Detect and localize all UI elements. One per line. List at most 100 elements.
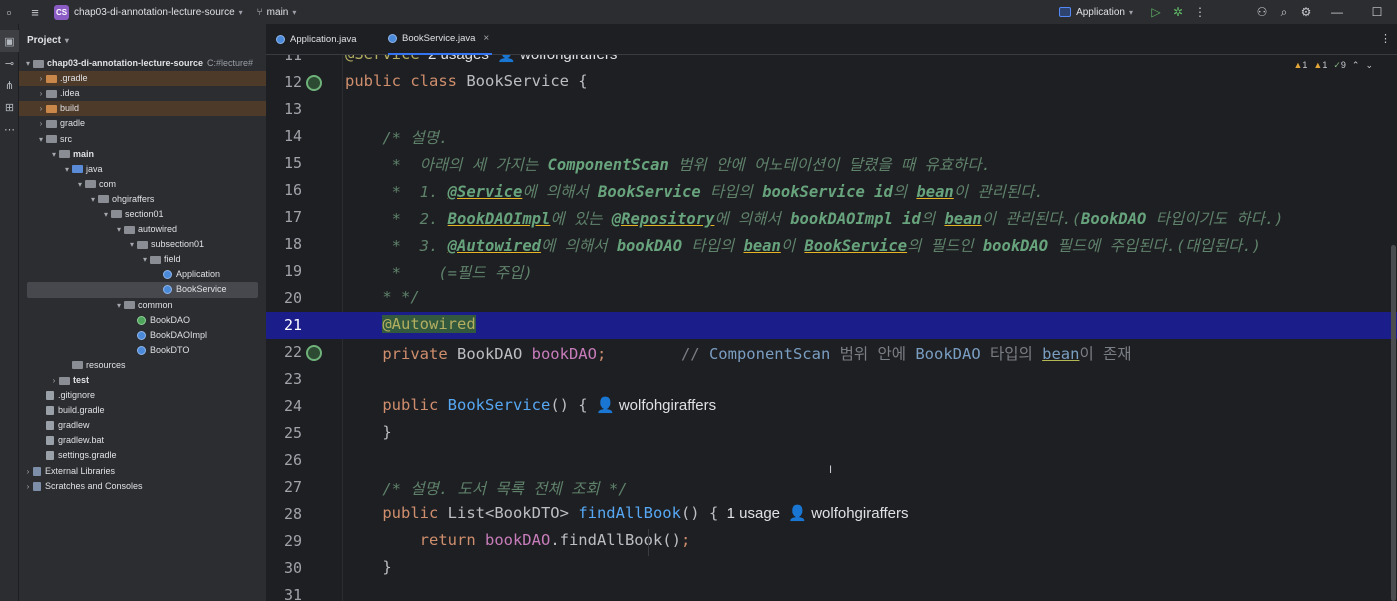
more-tools-icon[interactable]: ⋯ <box>0 118 19 140</box>
expand-arrow-icon[interactable]: ▾ <box>127 237 137 252</box>
line-number: 12 <box>283 73 302 91</box>
tree-item[interactable]: BookDAO <box>19 313 266 328</box>
vertical-scrollbar[interactable] <box>1390 55 1397 601</box>
code-editor[interactable]: 11@Service 2 usages 👤 wolfohgiraffers12p… <box>266 55 1397 601</box>
expand-arrow-icon[interactable]: ▾ <box>23 56 33 71</box>
tree-item[interactable]: ▾ autowired <box>19 222 266 237</box>
inlay-hint[interactable]: 👤 wolfohgiraffers <box>780 505 908 522</box>
tree-item[interactable]: ▾ main <box>19 147 266 162</box>
tree-item[interactable]: build.gradle <box>19 403 266 418</box>
tree-item[interactable]: ▾ common <box>19 298 266 313</box>
expand-arrow-icon[interactable]: ▾ <box>101 207 111 222</box>
run-icon[interactable]: ▷ <box>1145 1 1167 23</box>
tab-application-java[interactable]: Application.java <box>276 24 357 55</box>
expand-arrow-icon[interactable]: ▾ <box>49 147 59 162</box>
branch-switcher[interactable]: ⑂ main ▾ <box>257 7 297 18</box>
project-folder-icon[interactable]: ▣ <box>0 30 19 52</box>
code-line: 31 <box>266 582 1397 601</box>
spring-bean-gutter-icon[interactable] <box>306 75 322 91</box>
close-tab-icon[interactable]: × <box>483 33 489 44</box>
expand-arrow-icon[interactable]: ▾ <box>36 132 46 147</box>
search-icon[interactable]: ⌕ <box>1273 1 1295 23</box>
tree-item[interactable]: ▾ ohgiraffers <box>19 192 266 207</box>
tab-actions-icon[interactable]: ⋮ <box>1380 32 1391 45</box>
tree-item[interactable]: ▾ chap03-di-annotation-lecture-source C:#l… <box>19 56 266 71</box>
expand-arrow-icon[interactable]: ▾ <box>62 162 72 177</box>
tree-item[interactable]: ▾ java <box>19 162 266 177</box>
tree-item[interactable]: ▾ section01 <box>19 207 266 222</box>
tree-item[interactable]: ▾ subsection01 <box>19 237 266 252</box>
settings-icon[interactable]: ⚙ <box>1295 1 1317 23</box>
tree-item[interactable]: › Scratches and Consoles <box>19 479 266 494</box>
structure-icon[interactable]: ⋔ <box>0 74 19 96</box>
tree-item[interactable]: BookDTO <box>19 343 266 358</box>
tree-item[interactable]: gradlew.bat <box>19 433 266 448</box>
tree-item[interactable]: › gradle <box>19 116 266 131</box>
tree-item[interactable]: › build <box>19 101 266 117</box>
commit-icon[interactable]: ⊸ <box>0 52 19 74</box>
expand-arrow-icon[interactable]: › <box>23 479 33 494</box>
hamburger-menu-icon[interactable]: ≡ <box>26 3 44 21</box>
inlay-hint[interactable]: 👤 wolfohgiraffers <box>588 397 716 414</box>
run-configuration-selector[interactable]: Application ▾ <box>1059 7 1133 18</box>
class-icon <box>388 34 397 43</box>
folder-icon <box>98 195 109 204</box>
code-token: bookDAO <box>982 237 1049 255</box>
chevron-down-icon[interactable]: ⌄ <box>1365 60 1373 71</box>
code-text: * */ <box>345 288 419 306</box>
tree-item[interactable]: resources <box>19 358 266 373</box>
tree-item[interactable]: › test <box>19 373 266 388</box>
tree-item[interactable]: Application <box>19 267 266 282</box>
code-token: /* 설명. <box>382 129 449 147</box>
code-token: @Autowired <box>447 237 541 255</box>
project-panel-header[interactable]: Project ▾ <box>19 24 266 56</box>
add-user-icon[interactable]: ⚇ <box>1251 1 1273 23</box>
minimize-icon[interactable]: — <box>1317 1 1357 23</box>
spring-bean-gutter-icon[interactable] <box>306 345 322 361</box>
window-menu-icon[interactable]: ▫ <box>0 3 18 21</box>
project-switcher[interactable]: CS chap03-di-annotation-lecture-source ▾ <box>54 4 243 20</box>
tree-item[interactable]: › .gradle <box>19 71 266 87</box>
expand-arrow-icon[interactable]: › <box>36 116 46 131</box>
expand-arrow-icon[interactable]: ▾ <box>114 222 124 237</box>
tree-item[interactable]: ▾ com <box>19 177 266 192</box>
tree-item[interactable]: › External Libraries <box>19 464 266 479</box>
tab-bookservice-java[interactable]: BookService.java × <box>388 24 492 55</box>
tree-item[interactable]: BookService <box>27 282 258 298</box>
tree-item[interactable]: › .idea <box>19 86 266 101</box>
inlay-hint[interactable]: 2 usages <box>420 55 489 63</box>
code-line: 20 * */ <box>266 285 1397 312</box>
line-number: 26 <box>283 451 302 469</box>
folder-icon <box>46 104 57 113</box>
more-actions-icon[interactable]: ⋮ <box>1189 1 1211 23</box>
folder-icon <box>46 74 57 83</box>
tree-item[interactable]: settings.gradle <box>19 448 266 463</box>
inlay-hint[interactable]: 1 usage <box>718 505 780 522</box>
expand-arrow-icon[interactable]: › <box>23 464 33 479</box>
expand-arrow-icon[interactable]: ▾ <box>114 298 124 313</box>
plugins-icon[interactable]: ⊞ <box>0 96 19 118</box>
tree-item[interactable]: ▾ field <box>19 252 266 267</box>
expand-arrow-icon[interactable]: ▾ <box>75 177 85 192</box>
code-token: bookService id <box>762 183 893 201</box>
tree-item[interactable]: ▾ src <box>19 131 266 146</box>
line-number: 16 <box>283 181 302 199</box>
line-number: 31 <box>283 586 302 601</box>
expand-arrow-icon[interactable]: › <box>36 101 46 116</box>
scroll-thumb[interactable] <box>1391 245 1396 601</box>
tree-item-label: BookDAOImpl <box>150 329 208 340</box>
maximize-icon[interactable]: ☐ <box>1357 1 1397 23</box>
debug-icon[interactable]: ✲ <box>1167 1 1189 23</box>
inlay-hint[interactable]: 👤 wolfohgiraffers <box>489 55 617 63</box>
tree-item[interactable]: gradlew <box>19 418 266 433</box>
inspection-widget[interactable]: ▲1 ▲1 ✓9 ⌃ ⌄ <box>1293 60 1373 71</box>
chevron-up-icon[interactable]: ⌃ <box>1352 60 1360 71</box>
expand-arrow-icon[interactable]: › <box>36 86 46 101</box>
tree-item[interactable]: .gitignore <box>19 388 266 403</box>
expand-arrow-icon[interactable]: › <box>36 71 46 86</box>
expand-arrow-icon[interactable]: ▾ <box>88 192 98 207</box>
expand-arrow-icon[interactable]: ▾ <box>140 252 150 267</box>
tree-item[interactable]: BookDAOImpl <box>19 328 266 343</box>
expand-arrow-icon[interactable]: › <box>49 373 59 388</box>
